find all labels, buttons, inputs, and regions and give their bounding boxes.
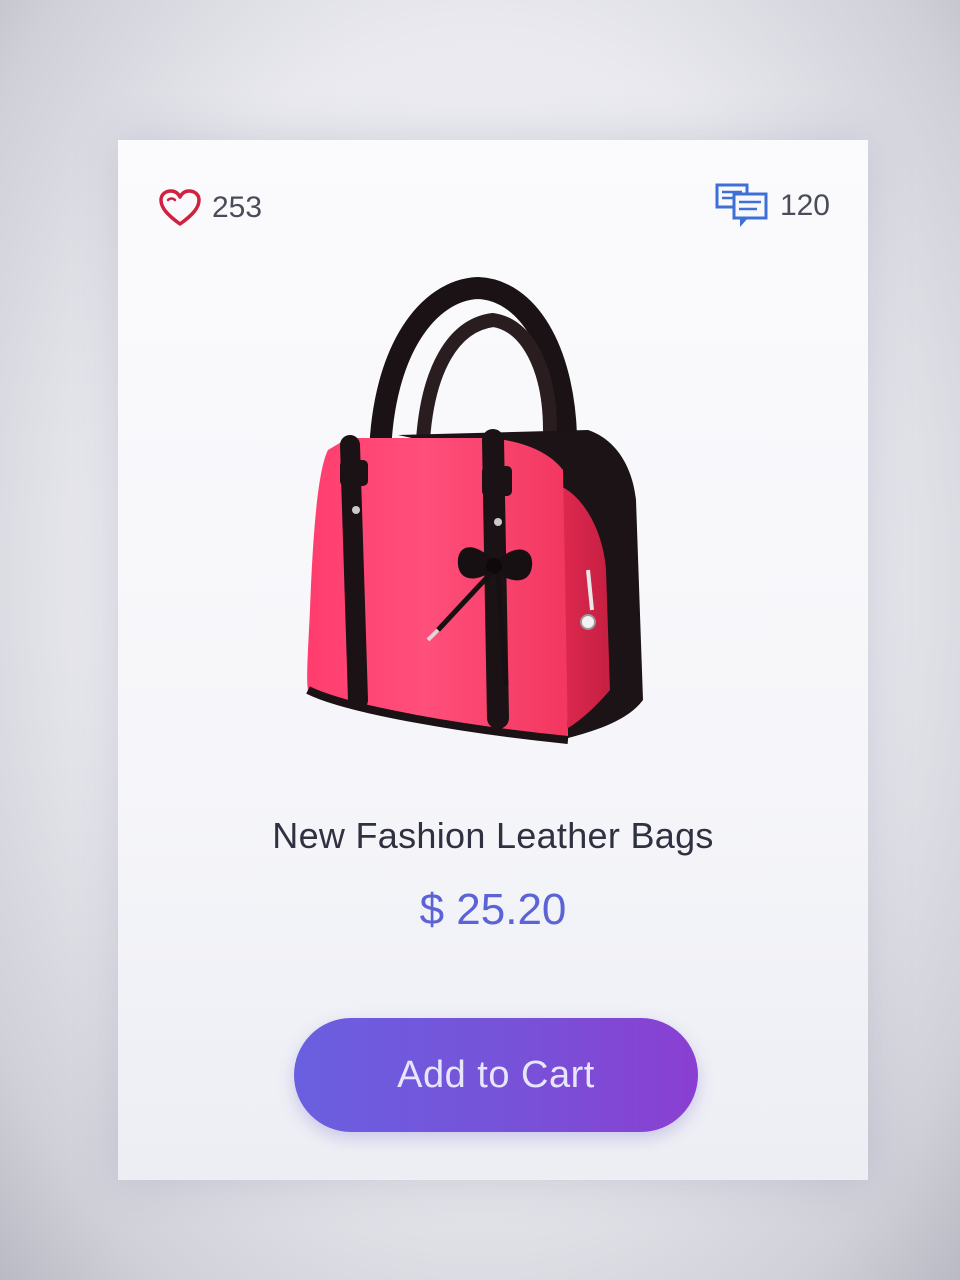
comments-icon[interactable]	[714, 182, 770, 230]
comments-count: 120	[779, 189, 830, 222]
add-to-cart-button[interactable]: Add to Cart	[294, 1018, 698, 1132]
product-card: 253 120 New Fashion Leather Bags $ 25.20…	[118, 140, 868, 1180]
likes-counter[interactable]: 253	[158, 188, 262, 228]
product-title[interactable]: New Fashion Leather Bags	[118, 815, 868, 857]
product-price: $ 25.20	[419, 885, 567, 934]
likes-count: 253	[212, 191, 263, 224]
comments-counter[interactable]: 120	[714, 182, 830, 230]
heart-icon[interactable]	[158, 188, 202, 228]
handbag-image[interactable]	[288, 270, 668, 750]
